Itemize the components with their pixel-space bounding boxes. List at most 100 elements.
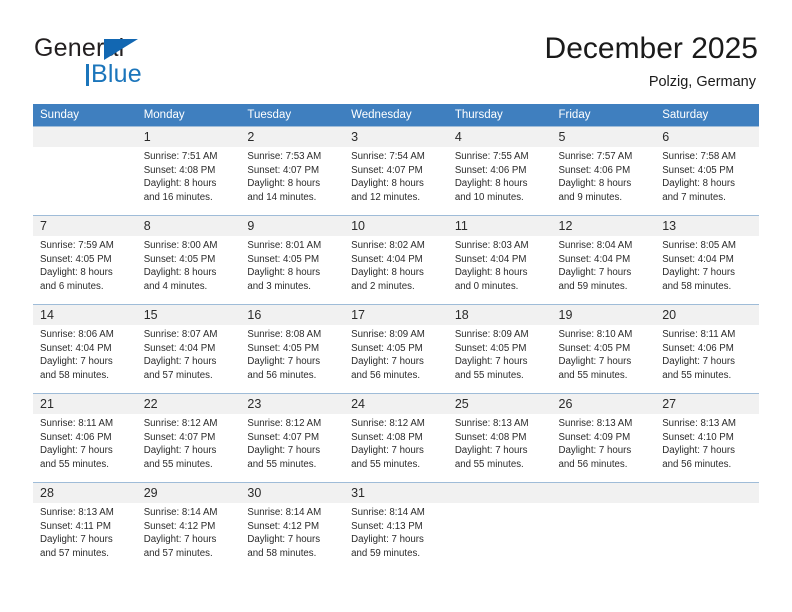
sunset-line: Sunset: 4:12 PM [247,520,320,532]
day-number: 27 [655,394,759,414]
sunset-line: Sunset: 4:04 PM [143,342,216,354]
calendar-day-cell[interactable]: 18 Sunrise: 8:09 AM Sunset: 4:05 PM Dayligh… [447,304,552,394]
daylight-line-2: and 57 minutes. [40,547,109,559]
calendar-day-cell[interactable]: 9 Sunrise: 8:01 AM Sunset: 4:05 PM Daylight… [240,215,345,305]
calendar-week-row: 1 Sunrise: 7:51 AM Sunset: 4:08 PM Daylight… [33,126,759,216]
calendar-day-cell[interactable]: 13 Sunrise: 8:05 AM Sunset: 4:04 PM Dayligh… [655,215,759,305]
sunset-line: Sunset: 4:05 PM [351,342,423,354]
calendar-day-cell[interactable]: 29 Sunrise: 8:14 AM Sunset: 4:12 PM Dayligh… [136,482,241,572]
calendar-day-cell[interactable]: 28 Sunrise: 8:13 AM Sunset: 4:11 PM Dayligh… [33,482,137,572]
calendar-cell-empty [33,126,137,216]
sunrise-line: Sunrise: 8:02 AM [351,240,425,251]
calendar-day-cell[interactable]: 20 Sunrise: 8:11 AM Sunset: 4:06 PM Dayligh… [655,304,759,394]
calendar-day-cell[interactable]: 12 Sunrise: 8:04 AM Sunset: 4:04 PM Dayligh… [551,215,656,305]
calendar-day-cell[interactable]: 31 Sunrise: 8:14 AM Sunset: 4:13 PM Dayligh… [344,482,448,572]
sunrise-line: Sunrise: 8:07 AM [143,329,218,340]
sun-info: Sunrise: 8:09 AM Sunset: 4:05 PM Daylight:… [448,325,552,382]
sunrise-line: Sunrise: 7:58 AM [662,151,736,162]
daylight-line-2: and 55 minutes. [40,458,109,470]
sun-info: Sunrise: 8:12 AM Sunset: 4:07 PM Daylight:… [240,414,344,471]
daylight-line-2: and 55 minutes. [454,458,524,470]
day-number: 30 [240,483,345,503]
calendar-day-cell[interactable]: 7 Sunrise: 7:59 AM Sunset: 4:05 PM Daylight… [33,215,137,305]
daylight-line-1: Daylight: 7 hours [351,534,424,546]
sun-info: Sunrise: 8:14 AM Sunset: 4:12 PM Daylight:… [240,503,344,560]
day-number: 12 [551,216,656,236]
sunrise-line: Sunrise: 8:12 AM [143,418,218,429]
day-number [33,127,137,147]
daylight-line-2: and 55 minutes. [143,458,213,470]
calendar-day-cell[interactable]: 25 Sunrise: 8:13 AM Sunset: 4:08 PM Dayligh… [447,393,552,483]
calendar-day-cell[interactable]: 10 Sunrise: 8:02 AM Sunset: 4:04 PM Dayligh… [344,215,448,305]
daylight-line-1: Daylight: 8 hours [247,178,321,190]
sun-info: Sunrise: 8:02 AM Sunset: 4:04 PM Daylight:… [344,236,448,293]
day-number: 31 [344,483,448,503]
weekday-header-tuesday: Tuesday [240,104,345,127]
calendar-day-cell[interactable]: 5 Sunrise: 7:57 AM Sunset: 4:06 PM Daylight… [551,126,656,216]
sunset-line: Sunset: 4:11 PM [40,520,111,532]
weekday-header-saturday: Saturday [655,104,759,127]
calendar-day-cell[interactable]: 22 Sunrise: 8:12 AM Sunset: 4:07 PM Dayligh… [136,393,241,483]
daylight-line-2: and 14 minutes. [247,191,317,203]
sunset-line: Sunset: 4:07 PM [143,431,216,443]
sunset-line: Sunset: 4:04 PM [558,253,631,265]
calendar-day-cell[interactable]: 4 Sunrise: 7:55 AM Sunset: 4:06 PM Daylight… [447,126,552,216]
day-number: 17 [344,305,448,325]
calendar-day-cell[interactable]: 11 Sunrise: 8:03 AM Sunset: 4:04 PM Dayligh… [447,215,552,305]
sunrise-line: Sunrise: 8:11 AM [40,418,114,429]
sun-info: Sunrise: 8:14 AM Sunset: 4:13 PM Daylight:… [344,503,448,560]
sunset-line: Sunset: 4:07 PM [247,164,320,176]
calendar-day-cell[interactable]: 24 Sunrise: 8:12 AM Sunset: 4:08 PM Dayligh… [344,393,448,483]
calendar-day-cell[interactable]: 6 Sunrise: 7:58 AM Sunset: 4:05 PM Daylight… [655,126,759,216]
calendar-day-cell[interactable]: 17 Sunrise: 8:09 AM Sunset: 4:05 PM Dayligh… [344,304,448,394]
calendar-day-cell[interactable]: 15 Sunrise: 8:07 AM Sunset: 4:04 PM Dayligh… [136,304,241,394]
sunrise-line: Sunrise: 8:13 AM [454,418,529,429]
daylight-line-1: Daylight: 8 hours [558,178,632,190]
sun-info: Sunrise: 7:57 AM Sunset: 4:06 PM Daylight:… [552,147,656,204]
day-number: 18 [447,305,552,325]
calendar-day-cell[interactable]: 21 Sunrise: 8:11 AM Sunset: 4:06 PM Dayligh… [33,393,137,483]
calendar-day-cell[interactable]: 30 Sunrise: 8:14 AM Sunset: 4:12 PM Dayligh… [240,482,345,572]
daylight-line-1: Daylight: 7 hours [143,356,217,368]
calendar-day-cell[interactable]: 19 Sunrise: 8:10 AM Sunset: 4:05 PM Dayligh… [551,304,656,394]
brand-accent-bar [86,64,89,86]
calendar-day-cell[interactable]: 8 Sunrise: 8:00 AM Sunset: 4:05 PM Daylight… [136,215,241,305]
calendar-day-cell[interactable]: 16 Sunrise: 8:08 AM Sunset: 4:05 PM Dayligh… [240,304,345,394]
weekday-header-sunday: Sunday [33,104,137,127]
calendar-day-cell[interactable]: 26 Sunrise: 8:13 AM Sunset: 4:09 PM Dayligh… [551,393,656,483]
calendar-cell-empty [655,482,759,572]
brand-logo[interactable]: General Blue [34,34,244,90]
sunrise-line: Sunrise: 8:08 AM [247,329,322,340]
daylight-line-1: Daylight: 8 hours [351,178,424,190]
sunset-line: Sunset: 4:09 PM [558,431,631,443]
sun-info: Sunrise: 8:12 AM Sunset: 4:07 PM Daylight:… [137,414,241,471]
triangle-logo-icon [104,39,138,60]
calendar-header-row: Sunday Monday Tuesday Wednesday Thursday… [33,104,759,127]
daylight-line-2: and 9 minutes. [558,191,623,203]
day-number: 3 [344,127,448,147]
daylight-line-1: Daylight: 7 hours [143,534,217,546]
calendar-body: 1 Sunrise: 7:51 AM Sunset: 4:08 PM Daylight… [33,126,759,572]
daylight-line-2: and 59 minutes. [351,547,421,559]
calendar-day-cell[interactable]: 3 Sunrise: 7:54 AM Sunset: 4:07 PM Daylight… [344,126,448,216]
sun-info: Sunrise: 8:03 AM Sunset: 4:04 PM Daylight:… [448,236,552,293]
sun-info: Sunrise: 8:05 AM Sunset: 4:04 PM Daylight:… [655,236,759,293]
sun-info: Sunrise: 7:53 AM Sunset: 4:07 PM Daylight:… [240,147,344,204]
day-number: 19 [551,305,656,325]
calendar-day-cell[interactable]: 1 Sunrise: 7:51 AM Sunset: 4:08 PM Daylight… [136,126,241,216]
calendar-day-cell[interactable]: 23 Sunrise: 8:12 AM Sunset: 4:07 PM Dayligh… [240,393,345,483]
calendar-day-cell[interactable]: 27 Sunrise: 8:13 AM Sunset: 4:10 PM Dayligh… [655,393,759,483]
daylight-line-2: and 55 minutes. [662,369,732,381]
calendar-day-cell[interactable]: 2 Sunrise: 7:53 AM Sunset: 4:07 PM Daylight… [240,126,345,216]
daylight-line-1: Daylight: 7 hours [247,534,321,546]
daylight-line-1: Daylight: 8 hours [454,267,528,279]
calendar-day-cell[interactable]: 14 Sunrise: 8:06 AM Sunset: 4:04 PM Dayligh… [33,304,137,394]
sunrise-line: Sunrise: 8:13 AM [558,418,633,429]
weekday-header-monday: Monday [136,104,241,127]
daylight-line-1: Daylight: 7 hours [351,356,424,368]
sunset-line: Sunset: 4:06 PM [454,164,527,176]
sunset-line: Sunset: 4:05 PM [247,342,320,354]
daylight-line-1: Daylight: 7 hours [662,445,735,457]
day-number: 4 [447,127,552,147]
sun-info: Sunrise: 7:55 AM Sunset: 4:06 PM Daylight:… [448,147,552,204]
